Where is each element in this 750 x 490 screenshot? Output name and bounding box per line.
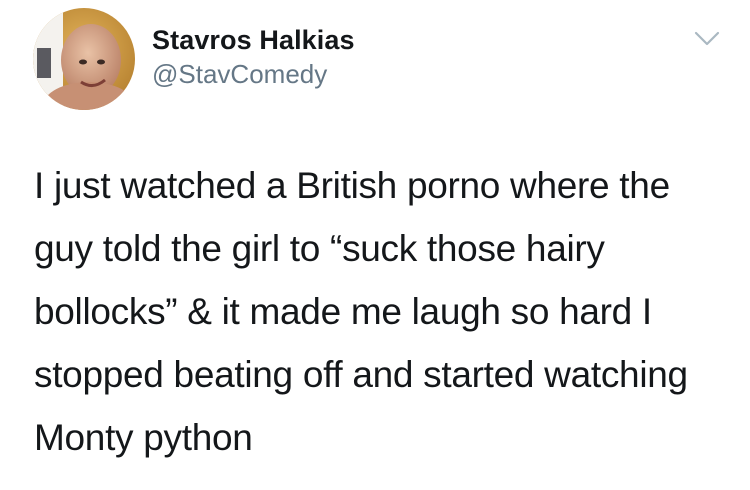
avatar[interactable] bbox=[33, 8, 135, 110]
profile-photo-icon bbox=[33, 8, 135, 110]
tweet-author[interactable]: Stavros Halkias @StavComedy bbox=[152, 24, 355, 90]
display-name[interactable]: Stavros Halkias bbox=[152, 24, 355, 56]
chevron-down-icon[interactable] bbox=[694, 30, 720, 48]
username-handle[interactable]: @StavComedy bbox=[152, 58, 355, 90]
tweet-card: Stavros Halkias @StavComedy I just watch… bbox=[0, 0, 750, 490]
tweet-text: I just watched a British porno where the… bbox=[34, 165, 688, 458]
